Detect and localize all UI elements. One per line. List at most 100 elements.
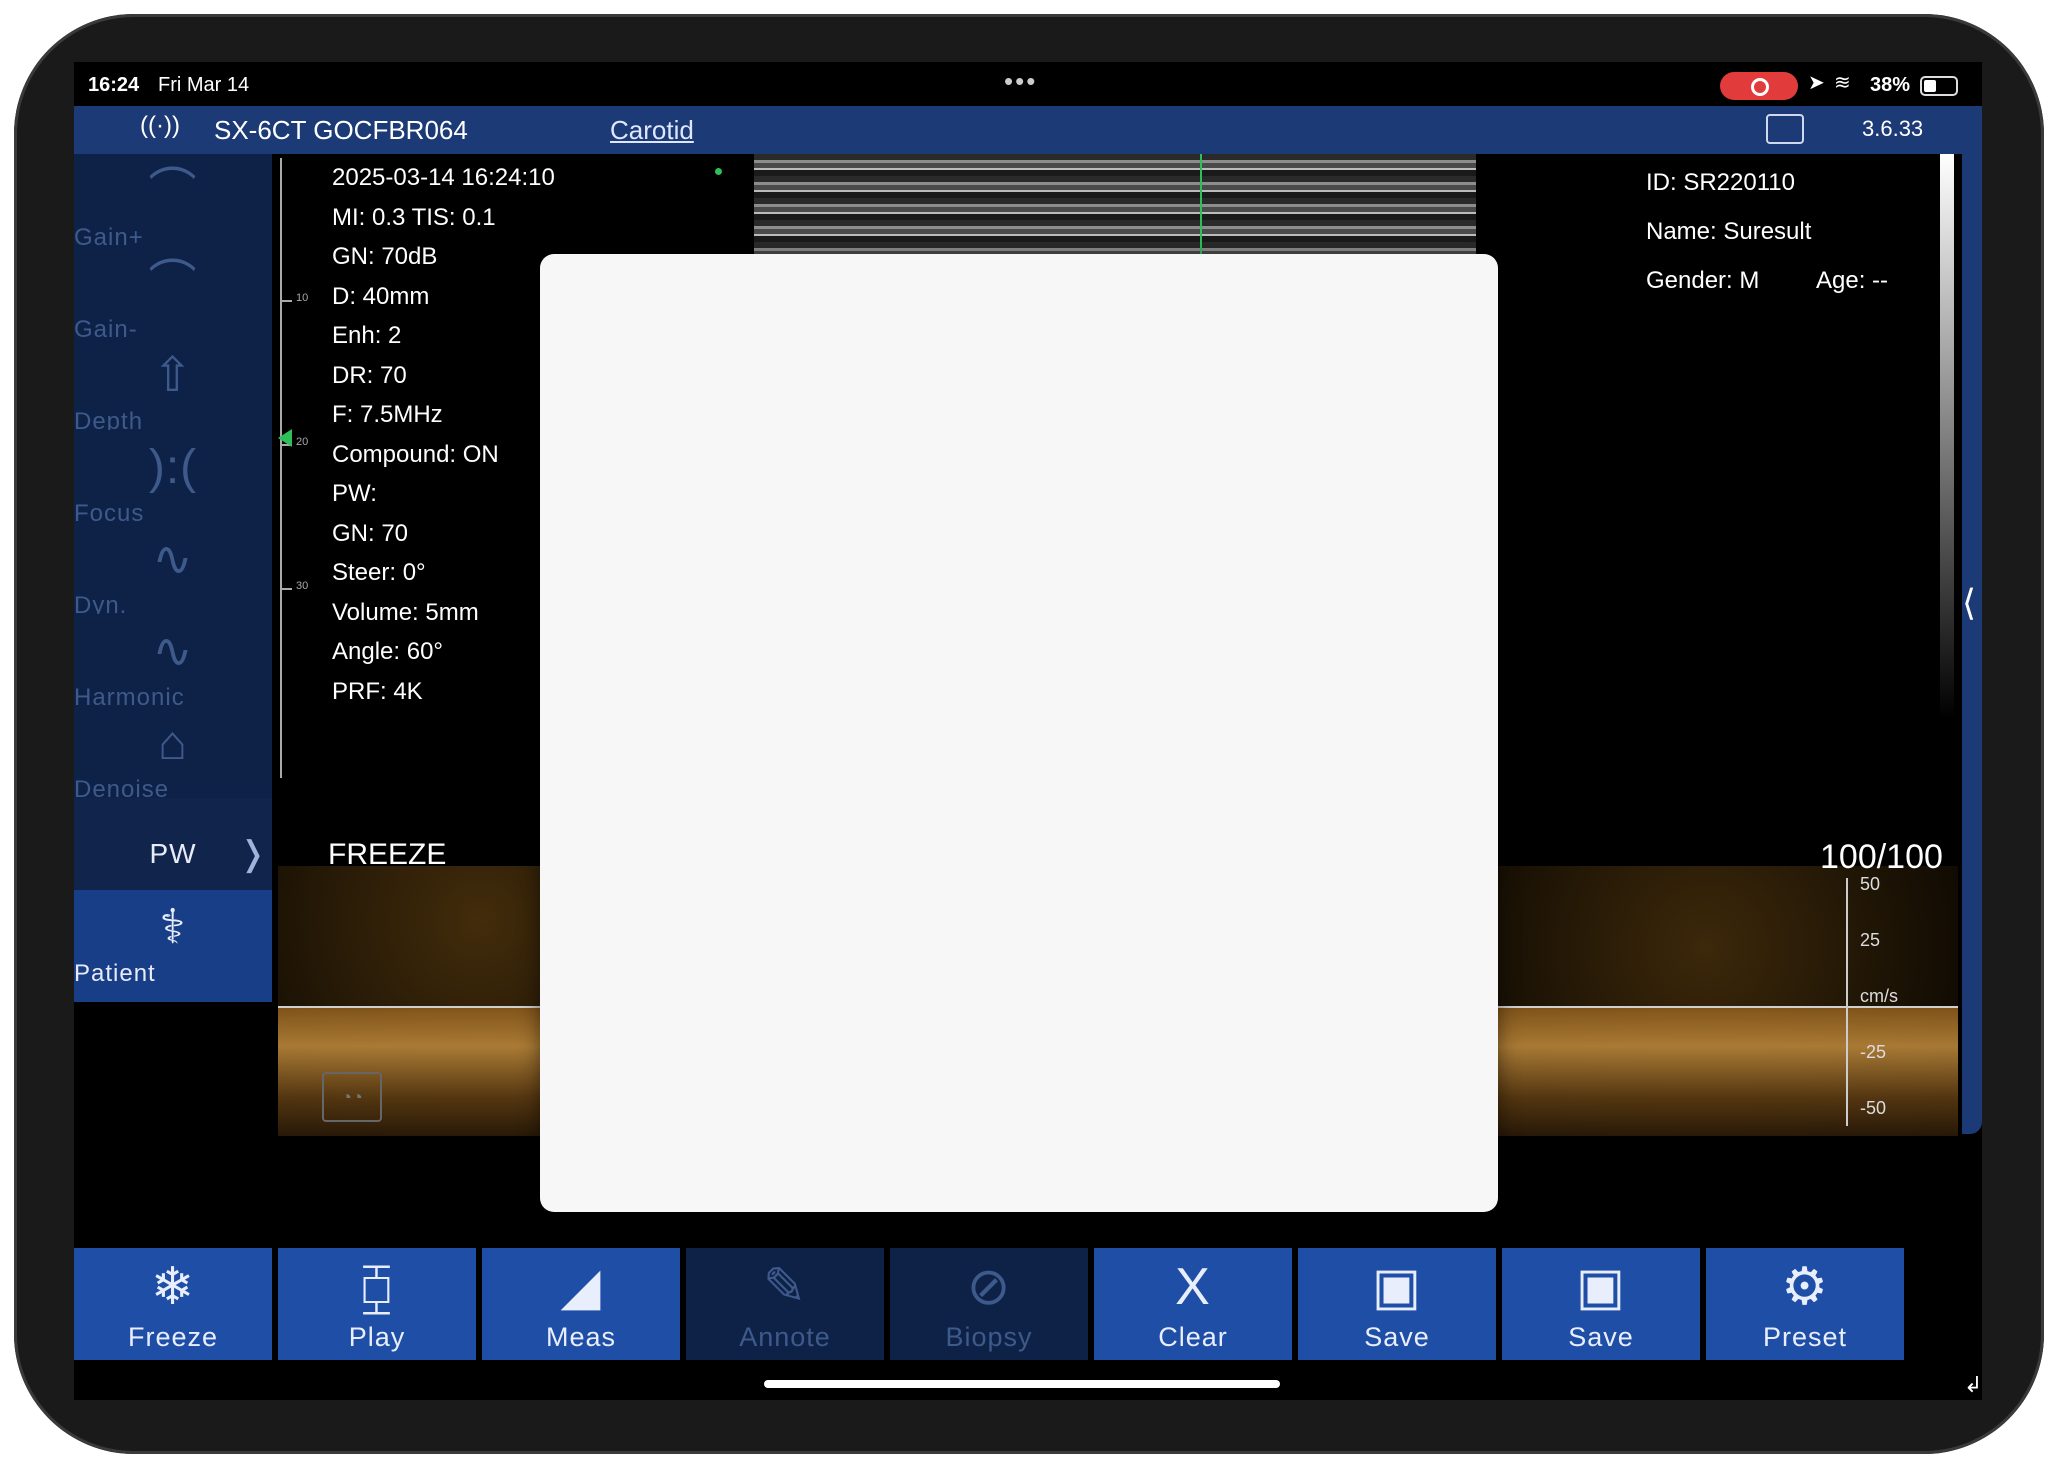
save-image-button-label: Save — [1364, 1322, 1430, 1352]
freeze-status: FREEZE — [328, 838, 447, 871]
scan-info-line: MI: 0.3 TIS: 0.1 — [332, 203, 496, 231]
save-video-button[interactable]: ▣ Save — [1502, 1248, 1700, 1360]
scan-info-line: 2025-03-14 16:24:10 — [332, 164, 555, 191]
pw-mode-label: PW — [149, 838, 197, 869]
scan-info-line: PRF: 4K — [332, 677, 423, 705]
ruler-label: 20 — [296, 436, 309, 448]
play-button[interactable]: ⧮ Play — [278, 1248, 476, 1360]
velocity-scale: 50 25 cm/s -25 -50 — [1844, 866, 1924, 1136]
scan-info-line: GN: 70dB — [332, 243, 438, 270]
side-panel-handle[interactable]: ⟨ — [1962, 154, 1982, 1134]
velocity-tick: 25 — [1860, 930, 1881, 950]
play-icon: ⧮ — [359, 1258, 395, 1316]
settings-dialog — [540, 254, 1498, 1212]
annote-button[interactable]: ✎ Annote — [686, 1248, 884, 1360]
annote-button-label: Annote — [739, 1322, 831, 1352]
patient-info-panel: ID: SR220110 Name: Suresult Gender: M Ag… — [1646, 158, 1888, 305]
annotate-icon: ✎ — [762, 1258, 808, 1316]
velocity-tick: -50 — [1860, 1098, 1887, 1118]
biopsy-icon: ⊘ — [966, 1258, 1012, 1316]
depth-ruler: 10 20 30 — [278, 158, 312, 778]
bottom-toolbar: ❄ Freeze ⧮ Play ◢ Meas ✎ Annote ⊘ Biopsy… — [74, 1248, 1982, 1360]
probe-status-icon[interactable] — [1766, 114, 1804, 144]
biopsy-button[interactable]: ⊘ Biopsy — [890, 1248, 1088, 1360]
wifi-icon: ≋ — [1834, 72, 1851, 94]
freeze-button[interactable]: ❄ Freeze — [74, 1248, 272, 1360]
patient-id: ID: SR220110 — [1646, 169, 1795, 196]
patient-age: Age: -- — [1816, 267, 1889, 294]
freeze-button-label: Freeze — [127, 1322, 219, 1352]
ruler-label: 10 — [296, 292, 309, 304]
save-image-icon: ▣ — [1371, 1258, 1423, 1316]
dyn-icon: ∿ — [152, 533, 194, 586]
ruler-label: 30 — [296, 580, 309, 592]
focus-marker-icon — [278, 429, 292, 447]
status-date: Fri Mar 14 — [158, 74, 250, 96]
patient-gender: Gender: M — [1646, 267, 1760, 294]
scan-info-line: Steer: 0° — [332, 559, 426, 586]
patient-name: Name: Suresult — [1646, 218, 1812, 245]
denoise-icon: ⌂ — [158, 717, 188, 770]
probe-icon[interactable]: ◔◔ — [322, 1072, 382, 1122]
biopsy-button-label: Biopsy — [945, 1322, 1033, 1352]
measure-icon: ◢ — [560, 1258, 602, 1316]
left-toolbar: ⌒ Gain+ ⌒ Gain- ⇧ Depth ):( Focus ∿ Dyn.… — [74, 154, 272, 1254]
depth-icon: ⇧ — [152, 349, 194, 402]
velocity-axis — [1846, 878, 1848, 1126]
scan-info-panel: 2025-03-14 16:24:10 MI: 0.3 TIS: 0.1 GN:… — [332, 158, 555, 711]
preset-link[interactable]: Carotid — [610, 115, 694, 146]
scan-info-line: F: 7.5MHz — [332, 401, 443, 428]
patient-icon: ⚕ — [159, 901, 187, 954]
scan-info-line: PW: — [332, 480, 377, 507]
save-video-button-label: Save — [1568, 1322, 1634, 1352]
velocity-tick: 50 — [1860, 874, 1881, 894]
save-image-button[interactable]: ▣ Save — [1298, 1248, 1496, 1360]
top-bar: ((·)) SX-6CT GOCFBR064 Carotid 3.6.33 — [74, 106, 1982, 154]
meas-button-label: Meas — [545, 1322, 617, 1352]
ruler-tick — [282, 588, 292, 590]
patient-label: Patient — [74, 960, 156, 987]
battery-percent: 38% — [1870, 74, 1911, 96]
resize-corner-icon: ↲ — [1964, 1372, 1982, 1397]
close-icon: X — [1175, 1258, 1211, 1316]
battery-icon — [1920, 76, 1958, 96]
screen-record-icon[interactable] — [1720, 72, 1798, 100]
meas-button[interactable]: ◢ Meas — [482, 1248, 680, 1360]
status-bar: 16:24 Fri Mar 14 ••• ➤ ≋ 38% — [74, 62, 1982, 106]
sample-line — [1200, 154, 1202, 254]
scan-info-line: Enh: 2 — [332, 322, 402, 349]
home-indicator[interactable] — [764, 1380, 1280, 1388]
scan-info-line: Angle: 60° — [332, 638, 444, 665]
play-button-label: Play — [348, 1322, 406, 1352]
gain-plus-icon: ⌒ — [148, 165, 198, 218]
patient-button[interactable]: ⚕ Patient — [74, 890, 272, 1008]
chevron-left-icon: ⟨ — [1962, 582, 1977, 623]
velocity-tick: -25 — [1860, 1042, 1887, 1062]
status-time: 16:24 — [88, 74, 140, 96]
app-version: 3.6.33 — [1862, 116, 1924, 141]
gain-minus-icon: ⌒ — [148, 257, 198, 310]
snowflake-icon: ❄ — [150, 1258, 196, 1316]
multitask-dots-icon[interactable]: ••• — [1004, 66, 1037, 97]
scan-info-line: GN: 70 — [332, 519, 409, 547]
location-icon: ➤ — [1808, 72, 1825, 94]
scan-info-line: Compound: ON — [332, 440, 499, 468]
wireless-signal-icon: ((·)) — [140, 112, 180, 139]
save-video-icon: ▣ — [1575, 1258, 1627, 1316]
focus-icon: ):( — [148, 441, 198, 494]
clear-button[interactable]: X Clear — [1094, 1248, 1292, 1360]
gear-icon: ⚙ — [1781, 1258, 1829, 1316]
harmonic-icon: ∿ — [152, 625, 194, 678]
preset-button-label: Preset — [1762, 1322, 1848, 1352]
device-name: SX-6CT GOCFBR064 — [214, 115, 468, 145]
grayscale-bar — [1940, 154, 1954, 720]
clear-button-label: Clear — [1158, 1322, 1228, 1352]
scan-info-line: DR: 70 — [332, 361, 407, 389]
ruler-tick — [282, 300, 292, 302]
scan-info-line: D: 40mm — [332, 282, 430, 310]
preset-button[interactable]: ⚙ Preset — [1706, 1248, 1904, 1360]
b-mode-image[interactable] — [754, 154, 1476, 254]
scan-info-line: Volume: 5mm — [332, 598, 479, 626]
status-dot — [715, 168, 722, 175]
velocity-unit: cm/s — [1860, 986, 1898, 1006]
